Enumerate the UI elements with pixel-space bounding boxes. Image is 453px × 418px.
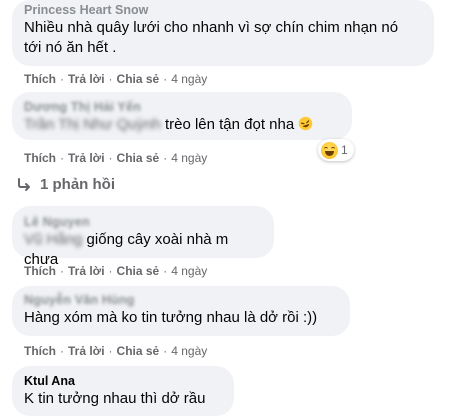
like-button[interactable]: Thích	[24, 72, 56, 86]
comment-author[interactable]: Nguyễn Văn Hùng	[24, 292, 338, 308]
reply-button[interactable]: Trả lời	[68, 264, 105, 278]
comment-bubble: Lê Nguyen Vũ Hằng giống cây xoài nhà m c…	[12, 206, 274, 268]
comment-body: trèo lên tận đọt nha	[164, 116, 295, 133]
timestamp[interactable]: 4 ngày	[171, 72, 207, 86]
mention-tag[interactable]: Trần Thị Như Quỳnh	[24, 115, 161, 135]
separator: ·	[108, 344, 113, 358]
comment-text: tới nó ăn hết .	[24, 39, 117, 56]
like-button[interactable]: Thích	[24, 264, 56, 278]
view-replies-link[interactable]: 1 phản hồi	[16, 176, 115, 193]
comment-author[interactable]: Dương Thị Hải Yến	[24, 99, 340, 115]
comment-text: Nhiều nhà quây lưới cho nhanh vì sợ chín…	[24, 19, 399, 36]
separator: ·	[163, 344, 168, 358]
share-button[interactable]: Chia sẻ	[117, 151, 160, 165]
comment-actions: Thích · Trả lời · Chia sẻ · 4 ngày	[24, 343, 207, 359]
comment-bubble: Nguyễn Văn Hùng Hàng xóm mà ko tin tưởng…	[12, 286, 350, 336]
comment-actions: Thích · Trả lời · Chia sẻ · 4 ngày	[24, 71, 207, 87]
separator: ·	[60, 151, 64, 165]
timestamp[interactable]: 4 ngày	[171, 151, 207, 165]
comment-bubble: Ktul Ana K tin tưởng nhau thì dở rầu	[12, 366, 234, 416]
comment-actions: Thích · Trả lời · Chia sẻ · 4 ngày	[24, 263, 207, 279]
reply-button[interactable]: Trả lời	[68, 72, 105, 86]
comment-bubble: Princess Heart Snow Nhiều nhà quây lưới …	[12, 0, 434, 66]
separator: ·	[108, 72, 113, 86]
reply-button[interactable]: Trả lời	[68, 151, 105, 165]
comment-author[interactable]: Ktul Ana	[24, 373, 222, 389]
separator: ·	[163, 264, 168, 278]
comment-author[interactable]: Lê Nguyen	[24, 214, 262, 230]
separator: ·	[60, 264, 64, 278]
comment-author[interactable]: Princess Heart Snow	[24, 2, 422, 18]
laughing-emoji-icon	[299, 116, 313, 131]
reaction-count: 1	[341, 143, 348, 157]
share-button[interactable]: Chia sẻ	[117, 264, 160, 278]
like-button[interactable]: Thích	[24, 344, 56, 358]
mention-tag[interactable]: Vũ Hằng	[24, 230, 82, 250]
timestamp[interactable]: 4 ngày	[171, 264, 207, 278]
separator: ·	[108, 151, 113, 165]
comment-text: Hàng xóm mà ko tin tưởng nhau là dở rồi …	[24, 309, 318, 326]
comment-actions: Thích · Trả lời · Chia sẻ · 4 ngày	[24, 150, 207, 166]
like-button[interactable]: Thích	[24, 151, 56, 165]
timestamp[interactable]: 4 ngày	[171, 344, 207, 358]
reaction-badge[interactable]: 1	[318, 139, 354, 161]
reply-button[interactable]: Trả lời	[68, 344, 105, 358]
separator: ·	[60, 344, 64, 358]
haha-icon	[321, 141, 338, 159]
replies-count: 1 phản hồi	[40, 176, 115, 193]
comment-text: Trần Thị Như Quỳnh trèo lên tận đọt nha	[24, 115, 340, 135]
separator: ·	[163, 72, 168, 86]
comment-bubble: Dương Thị Hải Yến Trần Thị Như Quỳnh trè…	[12, 92, 352, 140]
separator: ·	[163, 151, 168, 165]
share-button[interactable]: Chia sẻ	[117, 72, 160, 86]
separator: ·	[108, 264, 113, 278]
comment-text: K tin tưởng nhau thì dở rầu	[24, 390, 206, 407]
reply-arrow-icon	[18, 177, 30, 191]
separator: ·	[60, 72, 64, 86]
share-button[interactable]: Chia sẻ	[117, 344, 160, 358]
